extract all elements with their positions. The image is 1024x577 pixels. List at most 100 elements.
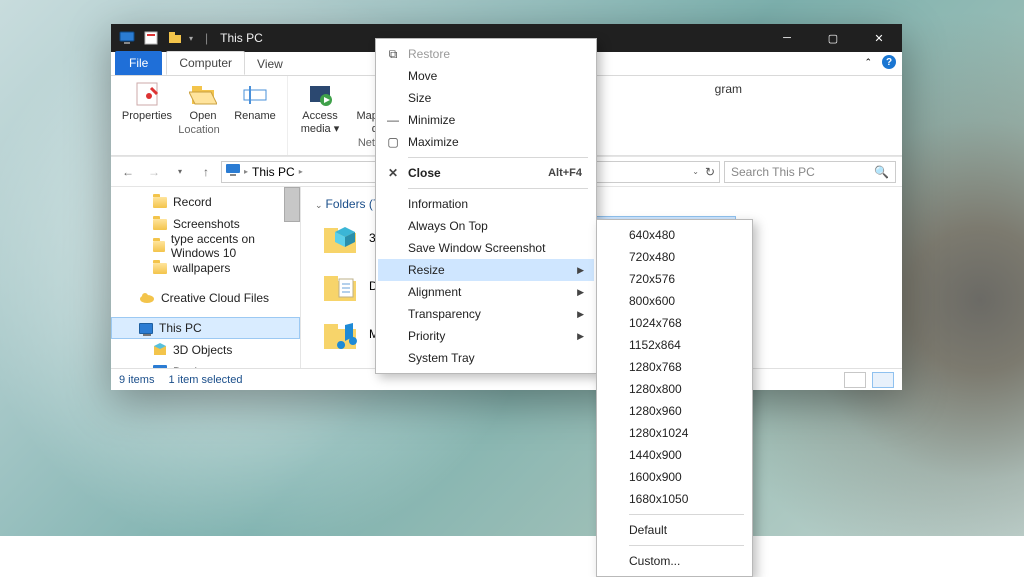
nav-item-label: Desktop [173, 365, 217, 368]
mi-resize-720x576[interactable]: 720x576 [599, 268, 750, 290]
breadcrumb-thispc[interactable]: This PC [252, 165, 295, 179]
mi-resize-1280x768[interactable]: 1280x768 [599, 356, 750, 378]
mi-resize-800x600[interactable]: 800x600 [599, 290, 750, 312]
refresh-icon[interactable]: ↻ [705, 165, 715, 179]
breadcrumb-sep-icon[interactable]: ▸ [299, 167, 303, 176]
mi-resize[interactable]: Resize▶ [378, 259, 594, 281]
system-menu: ⧉Restore Move Size —Minimize ▢Maximize ✕… [375, 38, 597, 374]
mi-resize-1280x1024[interactable]: 1280x1024 [599, 422, 750, 444]
address-dropdown-icon[interactable]: ⌄ [692, 167, 699, 176]
menu-sep [408, 188, 588, 189]
mi-maximize[interactable]: ▢Maximize [378, 131, 594, 153]
folder-icon [153, 197, 167, 208]
menu-sep [629, 514, 744, 515]
nav-item-label: Screenshots [173, 217, 240, 231]
mi-save-screenshot[interactable]: Save Window Screenshot [378, 237, 594, 259]
properties-button[interactable]: Properties [119, 80, 175, 122]
access-media-icon [306, 80, 334, 108]
submenu-arrow-icon: ▶ [577, 309, 584, 320]
minimize-button[interactable]: ─ [764, 24, 810, 52]
mi-system-tray[interactable]: System Tray [378, 347, 594, 369]
mi-resize-1600x900[interactable]: 1600x900 [599, 466, 750, 488]
search-icon: 🔍 [874, 165, 889, 179]
mi-resize-640x480[interactable]: 640x480 [599, 224, 750, 246]
nav-up-button[interactable]: ↑ [195, 161, 217, 183]
3d-icon [153, 342, 167, 359]
close-button[interactable]: ✕ [856, 24, 902, 52]
mi-resize-1280x960[interactable]: 1280x960 [599, 400, 750, 422]
nav-back-button[interactable]: ← [117, 161, 139, 183]
thispc-small-icon [226, 164, 240, 179]
cloud-icon [139, 291, 155, 306]
mi-resize-custom[interactable]: Custom... [599, 550, 750, 572]
nav-item-creative-cloud-files[interactable]: Creative Cloud Files [111, 287, 300, 309]
view-tiles-button[interactable] [872, 372, 894, 388]
mi-restore[interactable]: ⧉Restore [378, 43, 594, 65]
open-label: Open [190, 110, 217, 122]
help-icon[interactable]: ? [882, 55, 896, 69]
mi-resize-default[interactable]: Default [599, 519, 750, 541]
mi-resize-1280x800[interactable]: 1280x800 [599, 378, 750, 400]
view-details-button[interactable] [844, 372, 866, 388]
breadcrumb-sep-icon[interactable]: ▸ [244, 167, 248, 176]
access-media-button[interactable]: Access media ▾ [296, 80, 344, 135]
nav-item-desktop[interactable]: Desktop [111, 361, 300, 368]
nav-item-label: This PC [159, 321, 202, 335]
nav-item-label: wallpapers [173, 261, 230, 275]
mi-resize-1152x864[interactable]: 1152x864 [599, 334, 750, 356]
status-count: 9 items [119, 374, 154, 386]
status-selection: 1 item selected [168, 374, 242, 386]
nav-item-wallpapers[interactable]: wallpapers [111, 257, 300, 279]
rename-button[interactable]: Rename [231, 80, 279, 122]
nav-fwd-button[interactable]: → [143, 161, 165, 183]
rename-label: Rename [234, 110, 276, 122]
tab-view[interactable]: View [245, 53, 295, 75]
mi-resize-720x480[interactable]: 720x480 [599, 246, 750, 268]
mi-move[interactable]: Move [378, 65, 594, 87]
properties-label: Properties [122, 110, 172, 122]
mi-always-on-top[interactable]: Always On Top [378, 215, 594, 237]
nav-item-3d-objects[interactable]: 3D Objects [111, 339, 300, 361]
nav-item-this-pc[interactable]: This PC [111, 317, 300, 339]
quick-access-toolbar: ▾ [111, 28, 199, 48]
restore-icon: ⧉ [386, 47, 400, 62]
nav-history-button[interactable]: ▾ [169, 161, 191, 183]
nav-pane[interactable]: Record Screenshotstype accents on Windows… [111, 187, 301, 368]
maximize-button[interactable]: ▢ [810, 24, 856, 52]
mi-close[interactable]: ✕CloseAlt+F4 [378, 162, 594, 184]
mi-resize-1680x1050[interactable]: 1680x1050 [599, 488, 750, 510]
close-icon: ✕ [386, 166, 400, 180]
nav-item-label: type accents on Windows 10 [171, 232, 300, 260]
search-placeholder: Search This PC [731, 165, 815, 179]
open-button[interactable]: Open [183, 80, 223, 122]
mi-information[interactable]: Information [378, 193, 594, 215]
ribbon-cutoff-text: gram [715, 82, 742, 96]
close-shortcut: Alt+F4 [548, 167, 582, 179]
mi-minimize[interactable]: —Minimize [378, 109, 594, 131]
qat-more-icon[interactable]: ▾ [189, 34, 193, 43]
maximize-icon: ▢ [386, 135, 400, 149]
nav-item-label: Creative Cloud Files [161, 291, 269, 305]
nav-item-record[interactable]: Record [111, 191, 300, 213]
vids-icon [321, 365, 359, 368]
mi-size[interactable]: Size [378, 87, 594, 109]
folder-icon [153, 241, 165, 252]
properties-qat-icon[interactable] [141, 28, 161, 48]
collapse-ribbon-icon[interactable]: ⌃ [864, 57, 872, 68]
newfolder-qat-icon[interactable] [165, 28, 185, 48]
docs-icon [321, 269, 359, 303]
mi-priority[interactable]: Priority▶ [378, 325, 594, 347]
search-input[interactable]: Search This PC 🔍 [724, 161, 896, 183]
mi-transparency[interactable]: Transparency▶ [378, 303, 594, 325]
mi-alignment[interactable]: Alignment▶ [378, 281, 594, 303]
tab-file[interactable]: File [115, 51, 162, 75]
mi-resize-1440x900[interactable]: 1440x900 [599, 444, 750, 466]
mi-resize-1024x768[interactable]: 1024x768 [599, 312, 750, 334]
nav-item-type-accents-on-windows-10[interactable]: type accents on Windows 10 [111, 235, 300, 257]
scrollbar-thumb[interactable] [284, 187, 300, 222]
menu-sep [629, 545, 744, 546]
menu-sep [408, 157, 588, 158]
tab-computer[interactable]: Computer [166, 51, 245, 75]
resize-submenu: 640x480720x480720x576800x6001024x7681152… [596, 219, 753, 577]
minimize-icon: — [386, 113, 400, 127]
